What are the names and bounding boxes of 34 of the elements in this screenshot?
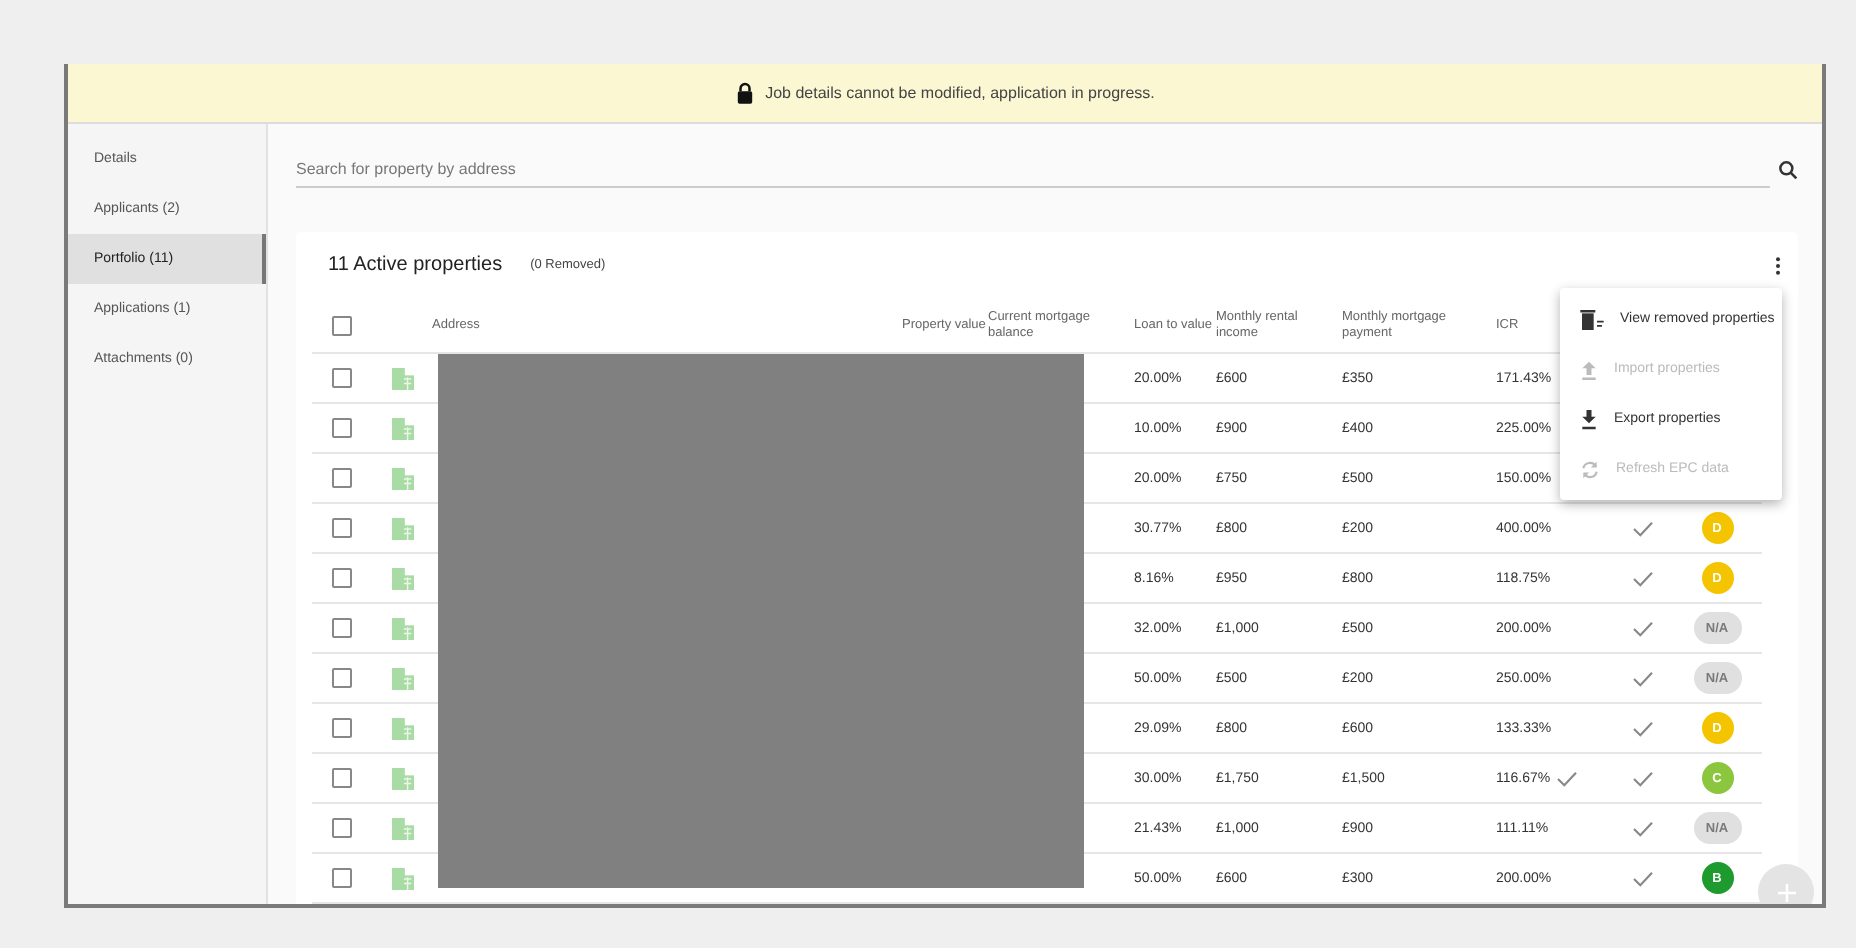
building-icon xyxy=(391,817,413,839)
building-icon xyxy=(391,567,413,589)
building-icon xyxy=(391,717,413,739)
building-icon xyxy=(391,867,413,889)
building-icon xyxy=(391,417,413,439)
row-checkbox[interactable] xyxy=(332,568,352,588)
row-checkbox[interactable] xyxy=(332,368,352,388)
download-icon xyxy=(1580,409,1598,429)
building-icon xyxy=(391,367,413,389)
row-checkbox[interactable] xyxy=(332,818,352,838)
building-icon xyxy=(391,467,413,489)
card-title: 11 Active properties xyxy=(328,254,503,276)
row-checkbox[interactable] xyxy=(332,518,352,538)
building-icon xyxy=(391,617,413,639)
notice-text: Job details cannot be modified, application in progress. xyxy=(765,84,1155,102)
more-icon[interactable] xyxy=(1774,255,1782,275)
row-checkbox[interactable] xyxy=(332,868,352,888)
lock-icon xyxy=(735,82,754,104)
row-checkbox[interactable] xyxy=(332,718,352,738)
row-checkbox[interactable] xyxy=(332,768,352,788)
upload-icon xyxy=(1580,359,1598,379)
search-field[interactable]: Search for property by address xyxy=(296,152,1770,188)
building-icon xyxy=(391,517,413,539)
building-icon xyxy=(391,667,413,689)
trash-icon xyxy=(1580,309,1604,329)
search-icon[interactable] xyxy=(1778,160,1798,180)
row-checkbox[interactable] xyxy=(332,468,352,488)
select-all-checkbox[interactable] xyxy=(332,315,352,335)
refresh-icon xyxy=(1580,459,1600,479)
building-icon xyxy=(391,767,413,789)
row-checkbox[interactable] xyxy=(332,668,352,688)
row-checkbox[interactable] xyxy=(332,418,352,438)
plus-icon xyxy=(1777,883,1795,901)
row-checkbox[interactable] xyxy=(332,618,352,638)
